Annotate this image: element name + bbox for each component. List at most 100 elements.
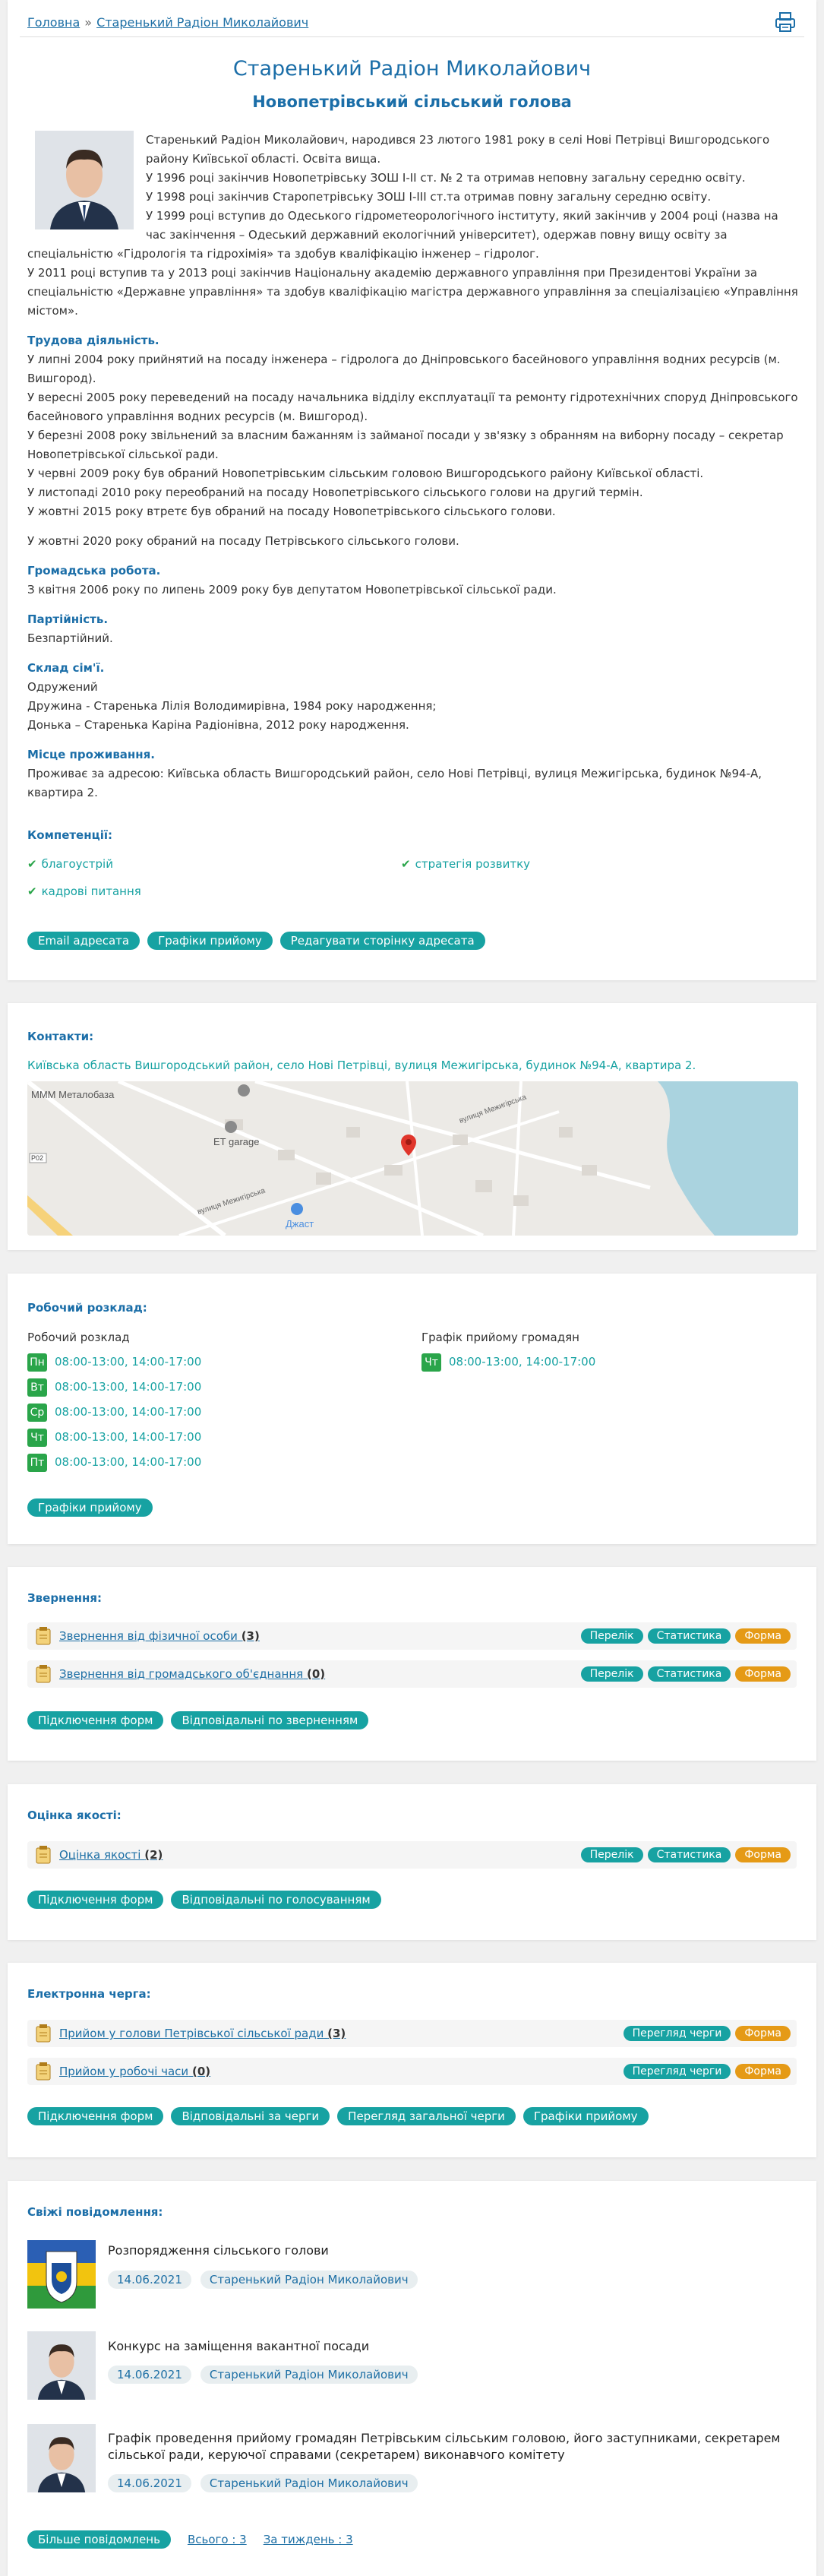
statistics-button[interactable]: Статистика [647,1666,731,1682]
day-row: Пт 08:00-13:00, 14:00-17:00 [27,1454,201,1472]
day-row: Вт 08:00-13:00, 14:00-17:00 [27,1378,201,1397]
divider [20,36,804,37]
family-line: Одружений [27,680,98,694]
list-item: Прийом у робочі часи (0) Перегляд черги Ф… [27,2058,797,2085]
work-line: У жовтні 2015 року втретє був обраний на… [27,505,556,518]
contacts-card: Контакти: Київська область Вишгородський… [8,1003,816,1250]
appeal-link[interactable]: Звернення від фізичної особи (3) [59,1629,581,1643]
view-queue-button[interactable]: Перегляд черги [623,2026,731,2041]
party-text: Безпартійний. [27,631,113,645]
contacts-heading: Контакти: [27,1030,94,1043]
queue-link[interactable]: Прийом у робочі часи (0) [59,2065,624,2078]
public-heading: Громадська робота. [27,564,161,578]
residence-text: Проживає за адресою: Київська область Ви… [27,767,762,799]
form-button[interactable]: Форма [735,1628,791,1644]
news-thumbnail[interactable] [27,2331,96,2400]
breadcrumb-separator: » [84,15,93,30]
edit-page-button[interactable]: Редагувати сторінку адресата [279,932,485,950]
check-icon: ✔ [401,857,411,871]
responsible-button[interactable]: Відповідальні по зверненням [171,1711,369,1729]
work-line: У березні 2008 року звільнений за власни… [27,429,784,461]
breadcrumb-home[interactable]: Головна [27,15,80,30]
list-item: Оцінка якості (2) Перелік Статистика Форма [27,1841,797,1869]
statistics-button[interactable]: Статистика [647,1628,731,1644]
work-line: У листопаді 2010 року переобраний на пос… [27,486,643,499]
form-button[interactable]: Форма [735,2064,791,2079]
bio-line: У 1999 році вступив до Одеського гідроме… [27,209,778,261]
statistics-button[interactable]: Статистика [647,1847,731,1862]
bio-intro: Старенький Радіон Миколайович, народився… [27,131,798,321]
view-queue-button[interactable]: Перегляд черги [623,2064,731,2079]
news-week-link[interactable]: За тиждень : 3 [264,2533,353,2546]
work-line: У червні 2009 року був обраний Новопетрі… [27,467,704,480]
responsible-button[interactable]: Відповідальні по голосуванням [171,1891,381,1909]
news-total-link[interactable]: Всього : 3 [188,2533,247,2546]
connect-forms-button[interactable]: Підключення форм [27,1711,164,1729]
news-title[interactable]: Графік проведення прийому громадян Петрі… [108,2430,791,2464]
schedule-heading: Робочий розклад: [27,1301,147,1315]
competencies-heading: Компетенції: [27,828,112,842]
check-icon: ✔ [27,885,37,898]
residence-heading: Місце проживання. [27,748,155,761]
news-author[interactable]: Старенький Радіон Миколайович [200,2474,418,2492]
news-thumbnail[interactable] [27,2240,96,2309]
news-title[interactable]: Конкурс на заміщення вакантної посади [108,2339,369,2353]
document-icon [36,2062,51,2081]
queue-link[interactable]: Прийом у голови Петрівської сільської ра… [59,2027,624,2040]
queue-heading: Електронна черга: [27,1987,151,2001]
form-button[interactable]: Форма [735,1847,791,1862]
connect-forms-button[interactable]: Підключення форм [27,2107,164,2125]
form-button[interactable]: Форма [735,1666,791,1682]
work-schedule-title: Робочий розклад [27,1331,130,1344]
page: Головна » Старенький Радіон Миколайович … [0,0,824,2576]
document-icon [36,1627,51,1645]
map[interactable]: Р02 МММ Металобаза ET garage Джаст вулиц… [27,1081,798,1236]
schedule-card: Робочий розклад: Робочий розклад Графік … [8,1274,816,1544]
page-title: Старенький Радіон Миколайович [232,57,592,81]
competency-item: ✔ кадрові питання [27,885,141,898]
family-line: Донька – Старенька Каріна Радіонівна, 20… [27,718,409,732]
public-text: З квітня 2006 року по липень 2009 року б… [27,583,557,597]
schedules-button[interactable]: Графіки прийому [147,932,273,950]
map-label-road: Р02 [31,1154,43,1162]
form-button[interactable]: Форма [735,2026,791,2041]
map-label-poi: ET garage [213,1136,259,1147]
news-thumbnail[interactable] [27,2424,96,2492]
work-extra: У жовтні 2020 року обраний на посаду Пет… [27,534,459,548]
general-queue-button[interactable]: Перегляд загальної черги [337,2107,516,2125]
breadcrumb-current[interactable]: Старенький Радіон Миколайович [96,15,308,30]
quality-link[interactable]: Оцінка якості (2) [59,1848,581,1862]
day-row: Ср 08:00-13:00, 14:00-17:00 [27,1404,201,1422]
quality-heading: Оцінка якості: [27,1809,122,1822]
competency-item: ✔ благоустрій [27,857,113,871]
schedules-button[interactable]: Графіки прийому [27,1498,153,1517]
news-author[interactable]: Старенький Радіон Миколайович [200,2271,418,2289]
news-author[interactable]: Старенький Радіон Миколайович [200,2366,418,2384]
party-heading: Партійність. [27,612,109,626]
appeals-heading: Звернення: [27,1591,102,1605]
list-button[interactable]: Перелік [580,1666,643,1682]
appeal-link[interactable]: Звернення від громадського об'єднання (0… [59,1667,581,1681]
list-button[interactable]: Перелік [580,1847,643,1862]
print-icon[interactable] [774,11,797,33]
connect-forms-button[interactable]: Підключення форм [27,1891,164,1909]
list-button[interactable]: Перелік [580,1628,643,1644]
work-line: У липні 2004 року прийнятий на посаду ін… [27,353,781,385]
email-button[interactable]: Email адресата [27,932,140,950]
more-news-button[interactable]: Більше повідомлень [27,2530,171,2549]
schedules-button[interactable]: Графіки прийому [522,2107,649,2125]
family-heading: Склад сім'ї. [27,661,105,675]
competency-item: ✔ стратегія розвитку [401,857,531,871]
check-icon: ✔ [27,857,37,871]
news-title[interactable]: Розпорядження сільського голови [108,2243,329,2258]
responsible-button[interactable]: Відповідальні за черги [171,2107,330,2125]
day-row: Пн 08:00-13:00, 14:00-17:00 [27,1353,201,1372]
profile-card: Головна » Старенький Радіон Миколайович … [8,0,816,980]
avatar [35,131,134,229]
news-date: 14.06.2021 [108,2271,191,2289]
queue-card: Електронна черга: Прийом у голови Петрів… [8,1963,816,2157]
work-line: У вересні 2005 року переведений на посад… [27,391,798,423]
bio-line: У 1998 році закінчив Старопетрівську ЗОШ… [146,190,712,204]
document-icon [36,1846,51,1864]
list-item: Звернення від громадського об'єднання (0… [27,1660,797,1688]
